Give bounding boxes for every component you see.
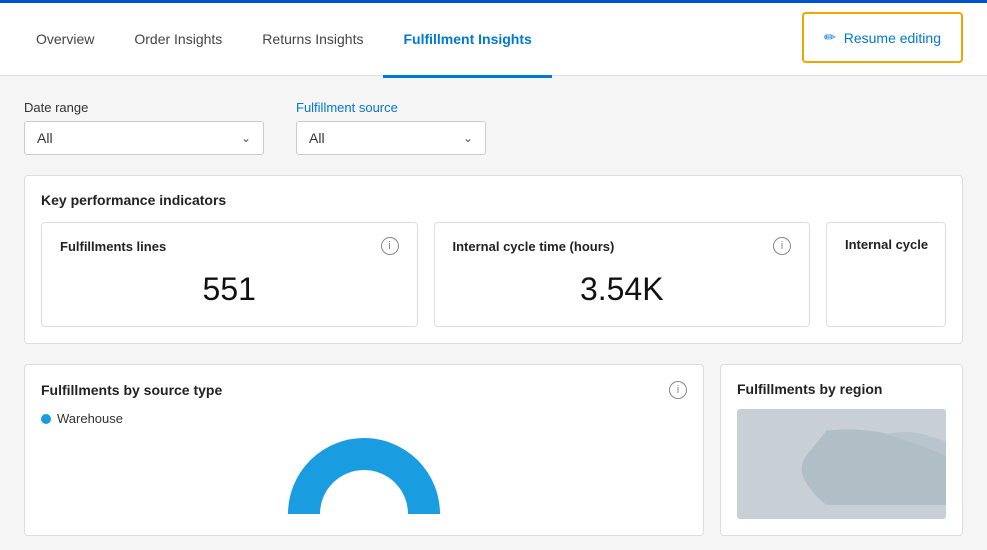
nav-spacer: [552, 0, 794, 75]
kpi-card-internal-cycle-time-header: Internal cycle time (hours) i: [453, 237, 792, 255]
date-range-select[interactable]: All ⌄: [24, 121, 264, 155]
fulfillments-by-region-section: Fulfillments by region: [720, 364, 963, 536]
region-map: [737, 409, 946, 519]
kpi-card-fulfillment-lines-header: Fulfillments lines i: [60, 237, 399, 255]
fulfillment-lines-info-icon[interactable]: i: [381, 237, 399, 255]
filter-row: Date range All ⌄ Fulfillment source All …: [24, 100, 963, 155]
donut-chart-svg: [284, 434, 444, 514]
nav-item-overview[interactable]: Overview: [16, 3, 114, 78]
kpi-value-fulfillment-lines: 551: [60, 263, 399, 312]
warehouse-legend-item: Warehouse: [41, 411, 687, 426]
kpi-value-internal-cycle-time: 3.54K: [453, 263, 792, 312]
pencil-icon: ✏: [824, 29, 836, 46]
kpi-section-title: Key performance indicators: [41, 192, 946, 208]
fulfillment-source-label: Fulfillment source: [296, 100, 486, 115]
top-navigation: Overview Order Insights Returns Insights…: [0, 0, 987, 76]
kpi-card-fulfillment-lines-title: Fulfillments lines: [60, 239, 166, 254]
fulfillment-source-select[interactable]: All ⌄: [296, 121, 486, 155]
nav-item-returns-insights[interactable]: Returns Insights: [242, 3, 383, 78]
bottom-row: Fulfillments by source type i Warehouse …: [24, 364, 963, 536]
date-range-label: Date range: [24, 100, 264, 115]
kpi-card-internal-cycle-time-title: Internal cycle time (hours): [453, 239, 615, 254]
map-svg: [737, 409, 946, 519]
fulfillments-by-region-title: Fulfillments by region: [737, 381, 882, 397]
date-range-chevron-icon: ⌄: [241, 131, 251, 145]
fulfillments-by-region-header: Fulfillments by region: [737, 381, 946, 397]
kpi-card-partial-title: Internal cycle: [845, 237, 928, 252]
kpi-card-fulfillment-lines: Fulfillments lines i 551: [41, 222, 418, 327]
fulfillments-by-source-title: Fulfillments by source type: [41, 382, 222, 398]
fulfillments-by-source-section: Fulfillments by source type i Warehouse: [24, 364, 704, 536]
fulfillment-source-chevron-icon: ⌄: [463, 131, 473, 145]
kpi-card-internal-cycle-time: Internal cycle time (hours) i 3.54K: [434, 222, 811, 327]
main-content: Date range All ⌄ Fulfillment source All …: [0, 76, 987, 536]
fulfillments-by-source-info-icon[interactable]: i: [669, 381, 687, 399]
donut-chart-area: [41, 434, 687, 514]
kpi-cards-row: Fulfillments lines i 551 Internal cycle …: [41, 222, 946, 327]
nav-item-fulfillment-insights[interactable]: Fulfillment Insights: [383, 3, 551, 78]
kpi-card-partial-header: Internal cycle: [845, 237, 927, 252]
kpi-card-internal-cycle-partial: Internal cycle: [826, 222, 946, 327]
fulfillment-source-filter: Fulfillment source All ⌄: [296, 100, 486, 155]
internal-cycle-time-info-icon[interactable]: i: [773, 237, 791, 255]
kpi-section: Key performance indicators Fulfillments …: [24, 175, 963, 344]
nav-item-order-insights[interactable]: Order Insights: [114, 3, 242, 78]
resume-editing-button[interactable]: ✏ Resume editing: [802, 12, 963, 63]
date-range-filter: Date range All ⌄: [24, 100, 264, 155]
warehouse-legend-dot: [41, 414, 51, 424]
fulfillments-by-source-header: Fulfillments by source type i: [41, 381, 687, 399]
